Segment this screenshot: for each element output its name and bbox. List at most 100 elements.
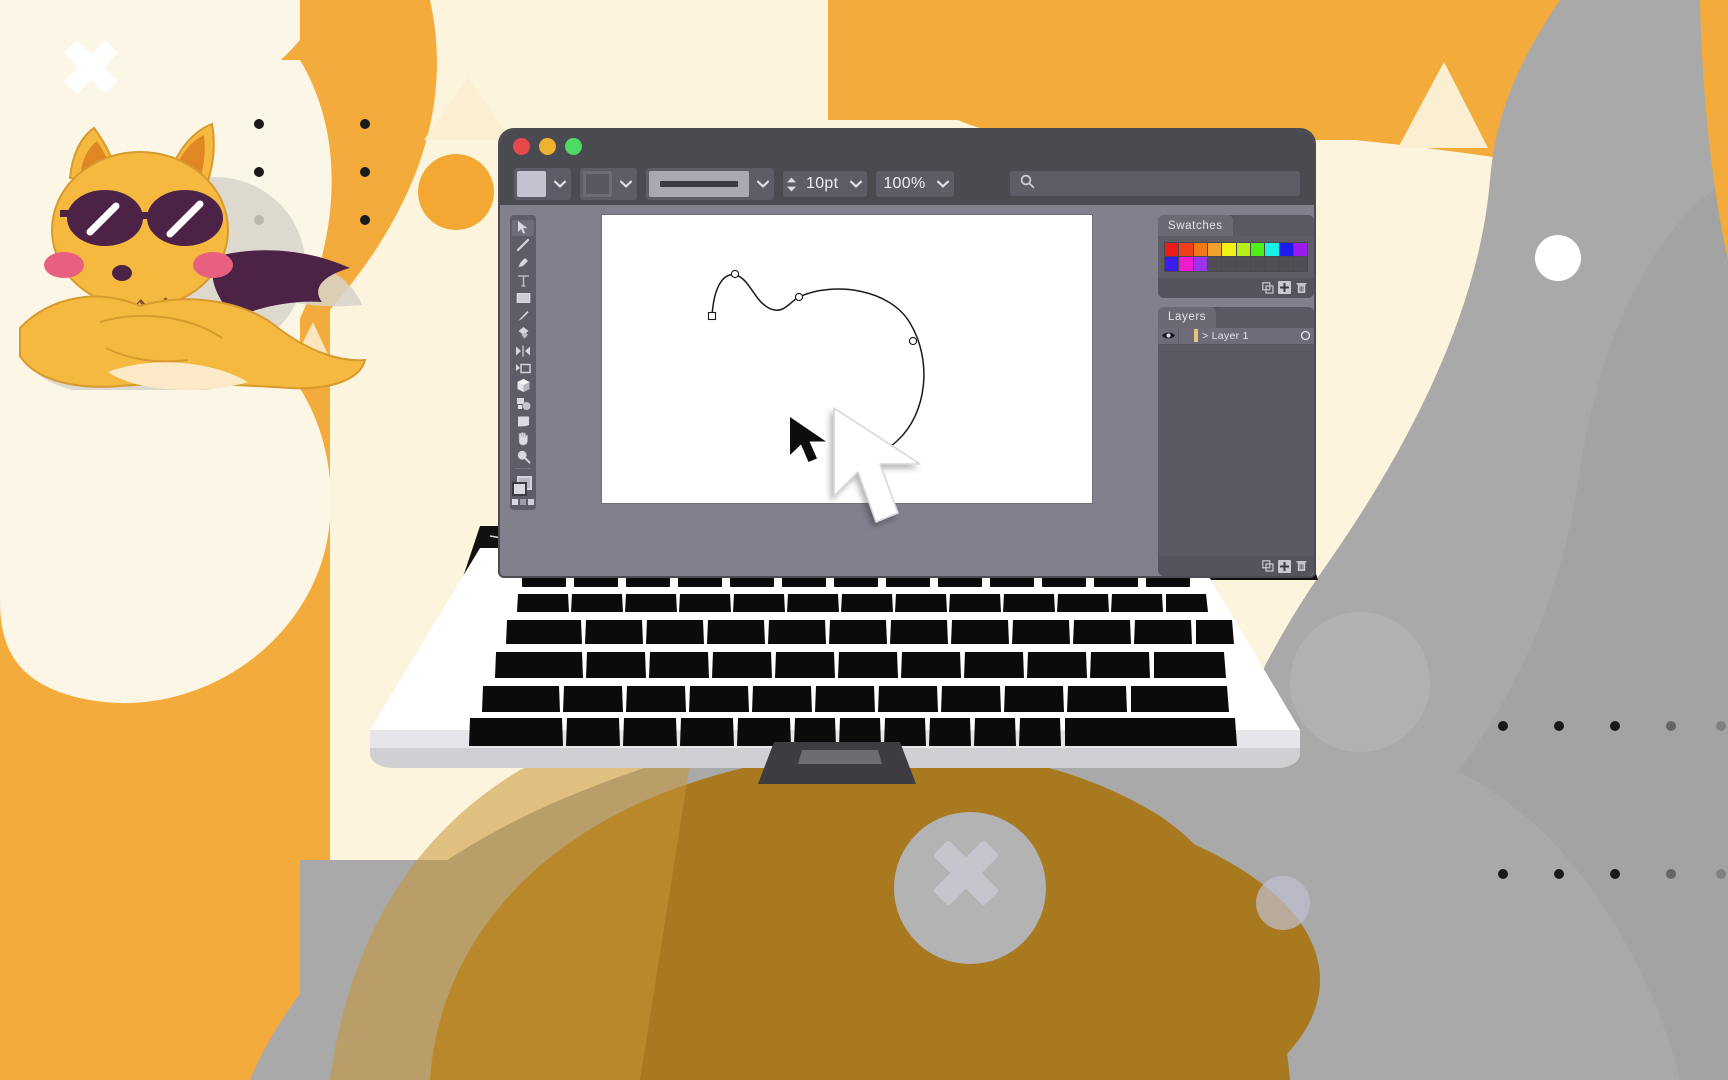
type-tool[interactable] <box>512 273 534 289</box>
mascot-cat <box>19 122 367 390</box>
swatch-color[interactable] <box>1279 243 1293 257</box>
search-icon <box>1020 174 1035 194</box>
swatch-color[interactable] <box>1165 257 1179 271</box>
swatch-color[interactable] <box>1179 257 1193 271</box>
line-tool[interactable] <box>512 238 534 254</box>
close-button[interactable] <box>513 138 530 155</box>
chevron-down-icon[interactable] <box>845 171 867 197</box>
rectangle-tool[interactable] <box>512 290 534 306</box>
swatch-color[interactable] <box>1165 243 1179 257</box>
delete-swatch-icon[interactable] <box>1295 281 1308 294</box>
swatch-grid[interactable] <box>1164 242 1308 272</box>
none-mode-icon[interactable] <box>528 498 534 505</box>
chevron-down-icon[interactable] <box>549 171 571 197</box>
swatch-color[interactable] <box>1193 257 1207 271</box>
stepper-arrows-icon[interactable] <box>783 171 799 197</box>
swatches-panel: Swatches <box>1158 215 1314 298</box>
gradient-tool[interactable] <box>512 396 534 412</box>
zoom-tool[interactable] <box>512 449 534 465</box>
three-d-tool[interactable] <box>512 378 534 394</box>
chevron-down-icon[interactable] <box>932 171 954 197</box>
swatch-empty[interactable] <box>1293 257 1308 271</box>
selection-tool[interactable] <box>512 220 534 236</box>
swatch-color[interactable] <box>1207 243 1222 257</box>
layer-row[interactable]: > Layer 1 <box>1158 327 1314 345</box>
paintbrush-tool[interactable] <box>512 308 534 324</box>
fill-color-control[interactable] <box>514 168 571 200</box>
stroke-style-control[interactable] <box>646 168 774 200</box>
stroke-swatch[interactable] <box>583 171 612 197</box>
swatch-empty[interactable] <box>1265 257 1279 271</box>
white-arrow-cursor[interactable] <box>828 404 938 529</box>
swatch-color[interactable] <box>1179 243 1193 257</box>
swatches-body <box>1158 236 1314 278</box>
panel-dock: Swatches Layers > Layer 1 <box>1158 215 1314 576</box>
swatch-color[interactable] <box>1193 243 1207 257</box>
tab-swatches-empty[interactable] <box>1232 215 1314 236</box>
tab-swatches[interactable]: Swatches <box>1158 215 1233 236</box>
swatch-color[interactable] <box>1293 243 1308 257</box>
layers-panel: Layers > Layer 1 <box>1158 306 1314 576</box>
swatches-footer <box>1158 277 1314 298</box>
new-swatch-icon[interactable] <box>1278 281 1291 295</box>
new-layer-icon[interactable] <box>1278 559 1291 573</box>
fill-swatch[interactable] <box>517 171 546 197</box>
chevron-down-icon[interactable] <box>752 171 774 197</box>
swatches-tabs: Swatches <box>1158 215 1314 236</box>
minimize-button[interactable] <box>539 138 556 155</box>
swatch-color[interactable] <box>1236 243 1250 257</box>
layer-name[interactable]: > Layer 1 <box>1202 330 1296 342</box>
opacity-value[interactable]: 100% <box>876 171 932 197</box>
fill-indicator[interactable] <box>512 481 527 496</box>
tab-layers[interactable]: Layers <box>1158 306 1217 328</box>
swatch-empty[interactable] <box>1222 257 1236 271</box>
laptop-base <box>370 548 1300 784</box>
layer-list[interactable]: > Layer 1 <box>1158 327 1314 556</box>
artboard-tool[interactable] <box>512 413 534 429</box>
stroke-color-control[interactable] <box>580 168 637 200</box>
new-sublayer-icon[interactable] <box>1261 560 1274 573</box>
layers-tabs: Layers <box>1158 306 1314 328</box>
swatch-empty[interactable] <box>1207 257 1222 271</box>
stroke-weight-value[interactable]: 10pt <box>799 171 845 197</box>
tab-layers-empty[interactable] <box>1216 306 1314 328</box>
color-mode-buttons <box>512 498 534 505</box>
fill-stroke-indicator[interactable] <box>511 475 535 496</box>
opacity-control[interactable]: 100% <box>876 171 955 197</box>
search-input[interactable] <box>1035 176 1300 191</box>
eye-icon[interactable] <box>1158 331 1178 340</box>
swatch-color[interactable] <box>1222 243 1236 257</box>
reflect-tool[interactable] <box>512 343 534 359</box>
swatch-empty[interactable] <box>1236 257 1250 271</box>
toolbox <box>510 215 536 510</box>
control-bar: 10pt 100% <box>500 163 1314 205</box>
stroke-line-preview <box>660 181 738 187</box>
toolbox-divider <box>515 468 531 469</box>
swatch-empty[interactable] <box>1279 257 1293 271</box>
illustration-stage: 10pt 100% Swatches Layers > Layer 1 <box>0 0 1728 1080</box>
stroke-weight-control[interactable]: 10pt <box>783 171 868 197</box>
anchor-point-end <box>707 311 717 321</box>
gradient-mode-icon[interactable] <box>520 498 526 505</box>
anchor-point-smooth <box>794 292 804 302</box>
anchor-point-smooth <box>908 336 918 346</box>
stroke-profile-preview[interactable] <box>649 171 749 197</box>
anchor-point-smooth <box>730 269 740 279</box>
zoom-button[interactable] <box>565 138 582 155</box>
perspective-grid-tool[interactable] <box>512 361 534 377</box>
group-swatch-icon[interactable] <box>1261 281 1274 294</box>
color-mode-icon[interactable] <box>512 498 518 505</box>
layer-lock-cell[interactable] <box>1178 327 1192 344</box>
search-field[interactable] <box>1010 171 1300 196</box>
layer-color-chip <box>1194 329 1198 343</box>
shape-builder-tool[interactable] <box>512 325 534 341</box>
pen-tool[interactable] <box>512 255 534 271</box>
swatch-empty[interactable] <box>1250 257 1265 271</box>
layer-target-icon[interactable] <box>1296 330 1314 341</box>
delete-layer-icon[interactable] <box>1295 560 1308 573</box>
window-titlebar <box>500 130 1314 163</box>
swatch-color[interactable] <box>1250 243 1265 257</box>
swatch-color[interactable] <box>1265 243 1279 257</box>
chevron-down-icon[interactable] <box>615 171 637 197</box>
hand-tool[interactable] <box>512 431 534 447</box>
